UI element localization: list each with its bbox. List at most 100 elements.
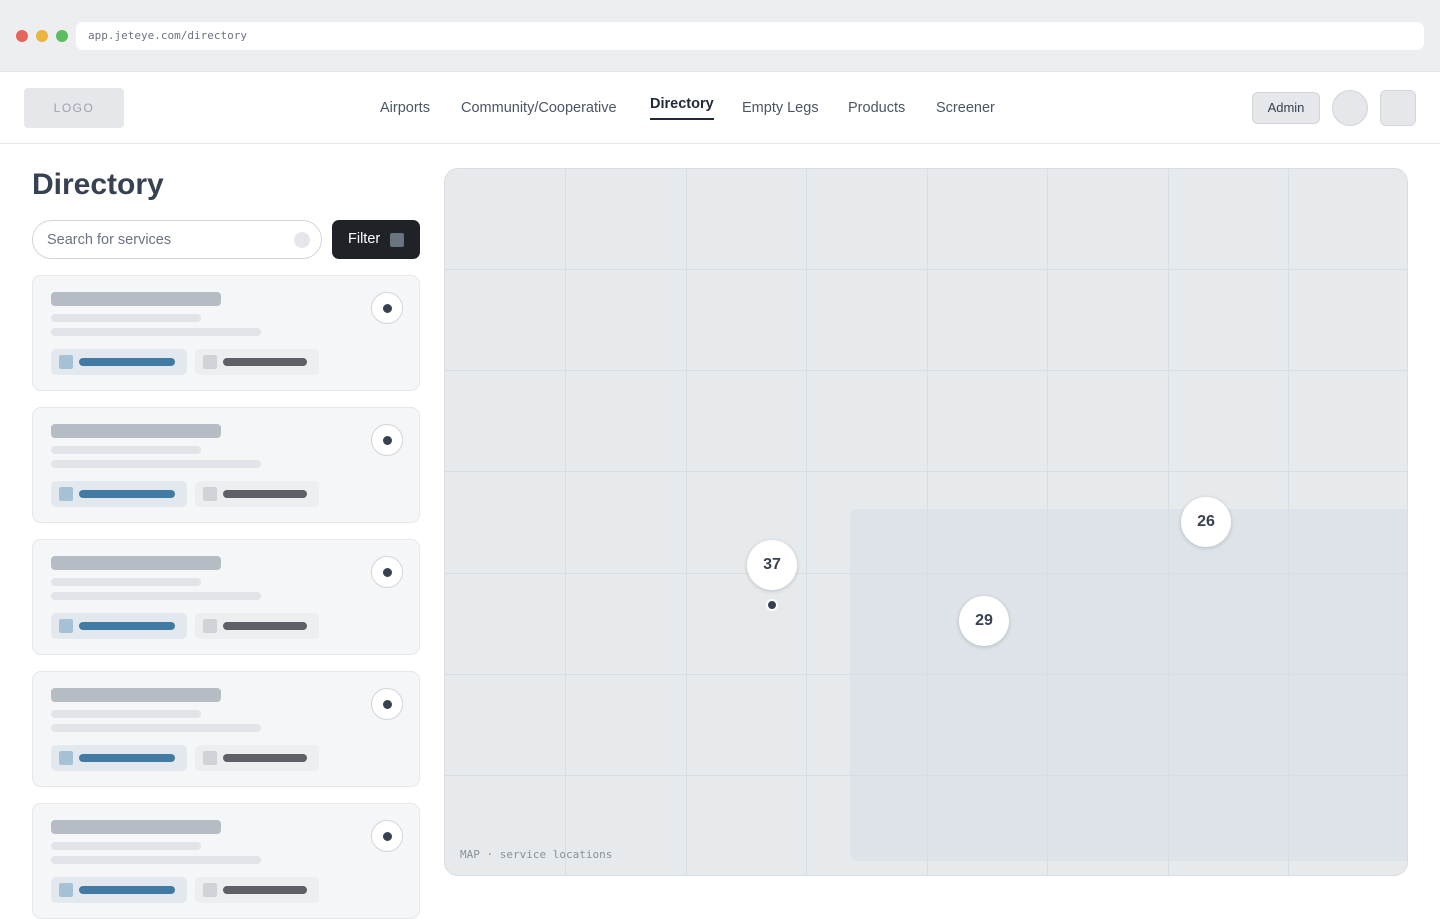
- tag-icon: [203, 619, 217, 633]
- map-gridline: [445, 573, 1407, 574]
- location-pin-icon: [383, 700, 392, 709]
- skeleton-tag: [51, 877, 187, 903]
- skeleton-tag-text: [79, 754, 175, 762]
- skeleton-title: [51, 424, 221, 438]
- skeleton-line: [51, 856, 261, 864]
- menu-button[interactable]: [1380, 90, 1416, 126]
- search-placeholder: Search for services: [47, 232, 172, 248]
- avatar[interactable]: [1332, 90, 1368, 126]
- skeleton-line: [51, 314, 201, 322]
- skeleton-line: [51, 842, 201, 850]
- skeleton-title: [51, 688, 221, 702]
- location-pin-icon[interactable]: [766, 599, 778, 611]
- tag-icon: [59, 355, 73, 369]
- skeleton-tag: [195, 613, 319, 639]
- skeleton-title: [51, 556, 221, 570]
- map-gridline: [445, 269, 1407, 270]
- skeleton-title: [51, 292, 221, 306]
- map-region: [850, 509, 1407, 861]
- nav-item-empty-legs[interactable]: Empty Legs: [742, 100, 819, 116]
- locate-on-map-button[interactable]: [371, 820, 403, 852]
- maximize-window-button[interactable]: [56, 30, 68, 42]
- skeleton-tag: [195, 745, 319, 771]
- skeleton-tag: [51, 349, 187, 375]
- skeleton-tag-text: [79, 490, 175, 498]
- app-header: LOGO Airports Community/Cooperative Dire…: [0, 72, 1440, 144]
- skeleton-tag: [195, 349, 319, 375]
- location-pin-icon: [383, 832, 392, 841]
- map-gridline: [1047, 169, 1048, 875]
- admin-button[interactable]: Admin: [1252, 92, 1320, 124]
- locate-on-map-button[interactable]: [371, 688, 403, 720]
- nav-item-directory[interactable]: Directory: [650, 96, 714, 120]
- skeleton-tag-text: [223, 490, 307, 498]
- skeleton-tag-text: [79, 886, 175, 894]
- tag-icon: [59, 883, 73, 897]
- skeleton-line: [51, 328, 261, 336]
- filter-button[interactable]: Filter: [332, 220, 420, 259]
- skeleton-line: [51, 724, 261, 732]
- list-item[interactable]: [32, 803, 420, 919]
- map-gridline: [445, 471, 1407, 472]
- map-cluster-marker[interactable]: 26: [1181, 497, 1231, 547]
- nav-item-products[interactable]: Products: [848, 100, 905, 116]
- tag-icon: [59, 619, 73, 633]
- map-caption: MAP · service locations: [460, 848, 613, 861]
- map-gridline: [445, 370, 1407, 371]
- map-gridline: [686, 169, 687, 875]
- skeleton-tag-text: [223, 886, 307, 894]
- nav-item-screener[interactable]: Screener: [936, 100, 995, 116]
- logo[interactable]: LOGO: [24, 88, 124, 128]
- list-item[interactable]: [32, 407, 420, 523]
- skeleton-line: [51, 710, 201, 718]
- skeleton-tag: [51, 481, 187, 507]
- nav-item-community-cooperative[interactable]: Community/Cooperative: [461, 100, 617, 116]
- skeleton-tag: [51, 613, 187, 639]
- locate-on-map-button[interactable]: [371, 556, 403, 588]
- skeleton-tag-text: [223, 754, 307, 762]
- tag-icon: [59, 751, 73, 765]
- list-item[interactable]: [32, 671, 420, 787]
- map-gridline: [806, 169, 807, 875]
- location-pin-icon: [383, 436, 392, 445]
- skeleton-tag: [195, 877, 319, 903]
- location-pin-icon: [383, 304, 392, 313]
- nav-item-label: Directory: [650, 96, 714, 112]
- skeleton-tag-text: [79, 622, 175, 630]
- skeleton-tag-text: [223, 358, 307, 366]
- skeleton-line: [51, 446, 201, 454]
- locate-on-map-button[interactable]: [371, 292, 403, 324]
- map-cluster-marker[interactable]: 37: [747, 540, 797, 590]
- map-gridline: [1288, 169, 1289, 875]
- minimize-window-button[interactable]: [36, 30, 48, 42]
- active-tab-indicator: [650, 118, 714, 120]
- location-pin-icon: [383, 568, 392, 577]
- tag-icon: [59, 487, 73, 501]
- locate-on-map-button[interactable]: [371, 424, 403, 456]
- filter-label: Filter: [348, 231, 381, 247]
- tag-icon: [203, 487, 217, 501]
- close-window-button[interactable]: [16, 30, 28, 42]
- skeleton-line: [51, 592, 261, 600]
- search-input[interactable]: Search for services: [32, 220, 322, 259]
- skeleton-tag: [195, 481, 319, 507]
- skeleton-tag: [51, 745, 187, 771]
- skeleton-title: [51, 820, 221, 834]
- map-cluster-marker[interactable]: 29: [959, 596, 1009, 646]
- map-gridline: [1168, 169, 1169, 875]
- map-gridline: [927, 169, 928, 875]
- search-icon[interactable]: [294, 232, 310, 248]
- map-gridline: [445, 674, 1407, 675]
- tag-icon: [203, 355, 217, 369]
- list-item[interactable]: [32, 275, 420, 391]
- map-gridline: [445, 775, 1407, 776]
- address-bar[interactable]: app.jeteye.com/directory: [76, 22, 1424, 50]
- map-gridline: [565, 169, 566, 875]
- filter-icon: [390, 233, 404, 247]
- tag-icon: [203, 883, 217, 897]
- skeleton-line: [51, 460, 261, 468]
- list-item[interactable]: [32, 539, 420, 655]
- nav-item-airports[interactable]: Airports: [380, 100, 430, 116]
- map-view[interactable]: 37 26 29 MAP · service locations: [444, 168, 1408, 876]
- page-title: Directory: [32, 168, 164, 201]
